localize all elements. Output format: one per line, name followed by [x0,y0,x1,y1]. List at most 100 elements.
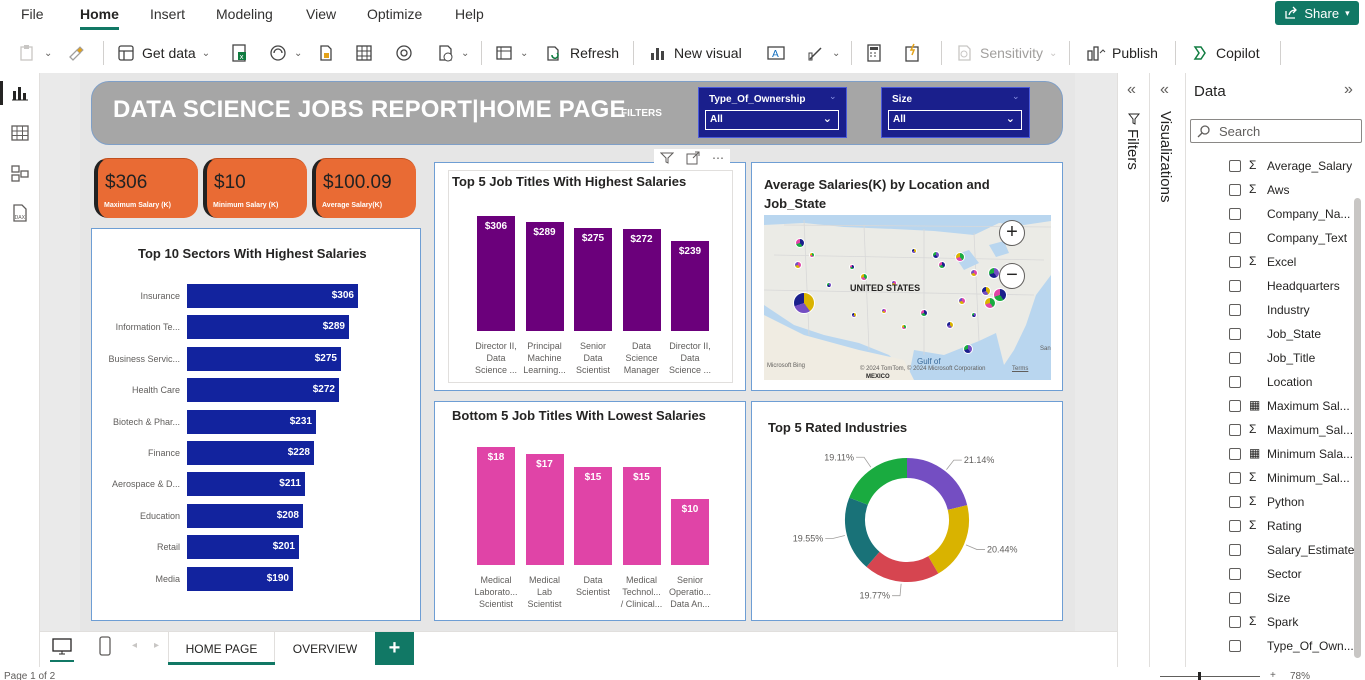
map-pie-marker[interactable] [963,344,973,354]
checkbox[interactable] [1229,592,1241,604]
paste-button[interactable]: ⌄ [18,33,52,73]
checkbox[interactable] [1229,280,1241,292]
filters-pane-label[interactable]: Filters [1124,129,1141,170]
menu-insert[interactable]: Insert [150,6,185,22]
get-data-button[interactable]: Get data ⌄ [116,33,210,73]
field-item[interactable]: Size [1229,588,1354,608]
map-pie-marker[interactable] [946,321,954,329]
report-view-icon[interactable] [10,83,30,103]
kpi-card-max-salary[interactable]: $306 Maximum Salary (K) [94,158,198,218]
map-pie-marker[interactable] [849,264,855,270]
bar[interactable]: $15 [622,467,661,565]
enter-data-button[interactable] [354,33,374,73]
menu-modeling[interactable]: Modeling [216,6,273,22]
dataverse-button[interactable]: ⌄ [268,33,302,73]
zoom-slider[interactable] [1160,676,1260,677]
kpi-card-avg-salary[interactable]: $100.09 Average Salary(K) [312,158,416,218]
zoom-out-icon[interactable]: + [1270,670,1276,680]
map-pie-marker[interactable] [881,308,887,314]
field-item[interactable]: Σ Average_Salary [1229,156,1354,176]
copilot-button[interactable]: Copilot [1190,33,1260,73]
menu-file[interactable]: File [21,6,44,22]
field-item[interactable]: Σ Excel [1229,252,1354,272]
map-pie-marker[interactable] [860,273,868,281]
model-view-icon[interactable] [10,163,30,183]
bar[interactable]: $228 [187,441,314,465]
add-page-button[interactable]: + [375,632,414,665]
expand-icon[interactable]: » [1344,81,1353,99]
ownership-slicer[interactable]: Type_Of_Ownership ⌄ All ⌄ [698,87,847,138]
bar[interactable]: $289 [187,315,349,340]
checkbox[interactable] [1229,232,1241,244]
sensitivity-button[interactable]: Sensitivity ⌄ [954,33,1057,73]
field-item[interactable]: Σ Maximum_Sal... [1229,420,1354,440]
donut-slice[interactable] [849,458,908,506]
desktop-layout-icon[interactable] [52,638,72,656]
collapse-icon[interactable]: « [1160,81,1169,99]
zoom-in-icon[interactable]: + [999,220,1025,246]
field-item[interactable]: Industry [1229,300,1354,320]
checkbox[interactable] [1229,160,1241,172]
more-visuals-button[interactable]: ⌄ [806,33,840,73]
map-pie-marker[interactable] [911,248,917,254]
size-dropdown[interactable]: All ⌄ [888,110,1022,130]
quick-measure-button[interactable] [902,33,922,73]
map-pie-marker[interactable] [920,309,928,317]
bar[interactable]: $275 [574,228,612,331]
bar[interactable]: $208 [187,503,303,528]
zoom-out-icon[interactable]: − [999,263,1025,289]
checkbox[interactable] [1229,304,1241,316]
recent-sources-button[interactable]: ⌄ [435,33,469,73]
refresh-button[interactable]: Refresh [544,33,619,73]
map-pie-marker[interactable] [984,297,996,309]
menu-view[interactable]: View [306,6,336,22]
publish-button[interactable]: Publish [1086,33,1158,73]
checkbox[interactable] [1229,400,1241,412]
field-item[interactable]: ▦ Maximum Sal... [1229,396,1354,416]
new-visual-button[interactable]: New visual [648,33,742,73]
map-pie-marker[interactable] [795,238,805,248]
checkbox[interactable] [1229,376,1241,388]
bar[interactable]: $17 [525,454,564,565]
map-terms-link[interactable]: Terms [1012,366,1028,372]
map-pie-marker[interactable] [826,282,832,288]
field-item[interactable]: Σ Minimum_Sal... [1229,468,1354,488]
menu-home[interactable]: Home [80,6,119,22]
checkbox[interactable] [1229,448,1241,460]
bar[interactable]: $272 [187,378,339,403]
menu-optimize[interactable]: Optimize [367,6,422,22]
field-item[interactable]: Σ Aws [1229,180,1354,200]
map-view[interactable]: UNITED STATES Gulf of MEXICO San Microso… [764,215,1051,380]
field-item[interactable]: Type_Of_Own... [1229,636,1354,656]
donut-slice[interactable] [927,505,969,574]
map-pie-marker[interactable] [793,292,815,314]
map-pie-marker[interactable] [809,252,815,258]
checkbox[interactable] [1229,568,1241,580]
map-pie-marker[interactable] [794,261,802,269]
new-measure-button[interactable] [864,33,884,73]
text-box-button[interactable]: A [766,33,786,73]
field-item[interactable]: Σ Python [1229,492,1354,512]
bar[interactable]: $10 [671,499,709,565]
transform-data-button[interactable]: ⌄ [494,33,528,73]
checkbox[interactable] [1229,520,1241,532]
donut-slice[interactable] [866,551,939,582]
excel-button[interactable]: x [229,33,249,73]
field-item[interactable]: Job_Title [1229,348,1354,368]
size-slicer[interactable]: Size ⌄ All ⌄ [881,87,1030,138]
dataverse-link-button[interactable] [394,33,414,73]
format-painter-button[interactable] [66,33,86,73]
focus-mode-icon[interactable] [686,151,700,165]
donut-slice[interactable] [906,458,968,511]
bar[interactable]: $272 [622,229,661,331]
collapse-icon[interactable]: « [1127,81,1136,99]
bar[interactable]: $190 [187,566,293,591]
menu-help[interactable]: Help [455,6,484,22]
bar[interactable]: $275 [187,346,341,371]
more-options-icon[interactable]: ⋯ [712,151,724,165]
field-item[interactable]: Company_Na... [1229,204,1354,224]
checkbox[interactable] [1229,424,1241,436]
checkbox[interactable] [1229,328,1241,340]
bar[interactable]: $239 [671,241,709,331]
checkbox[interactable] [1229,256,1241,268]
